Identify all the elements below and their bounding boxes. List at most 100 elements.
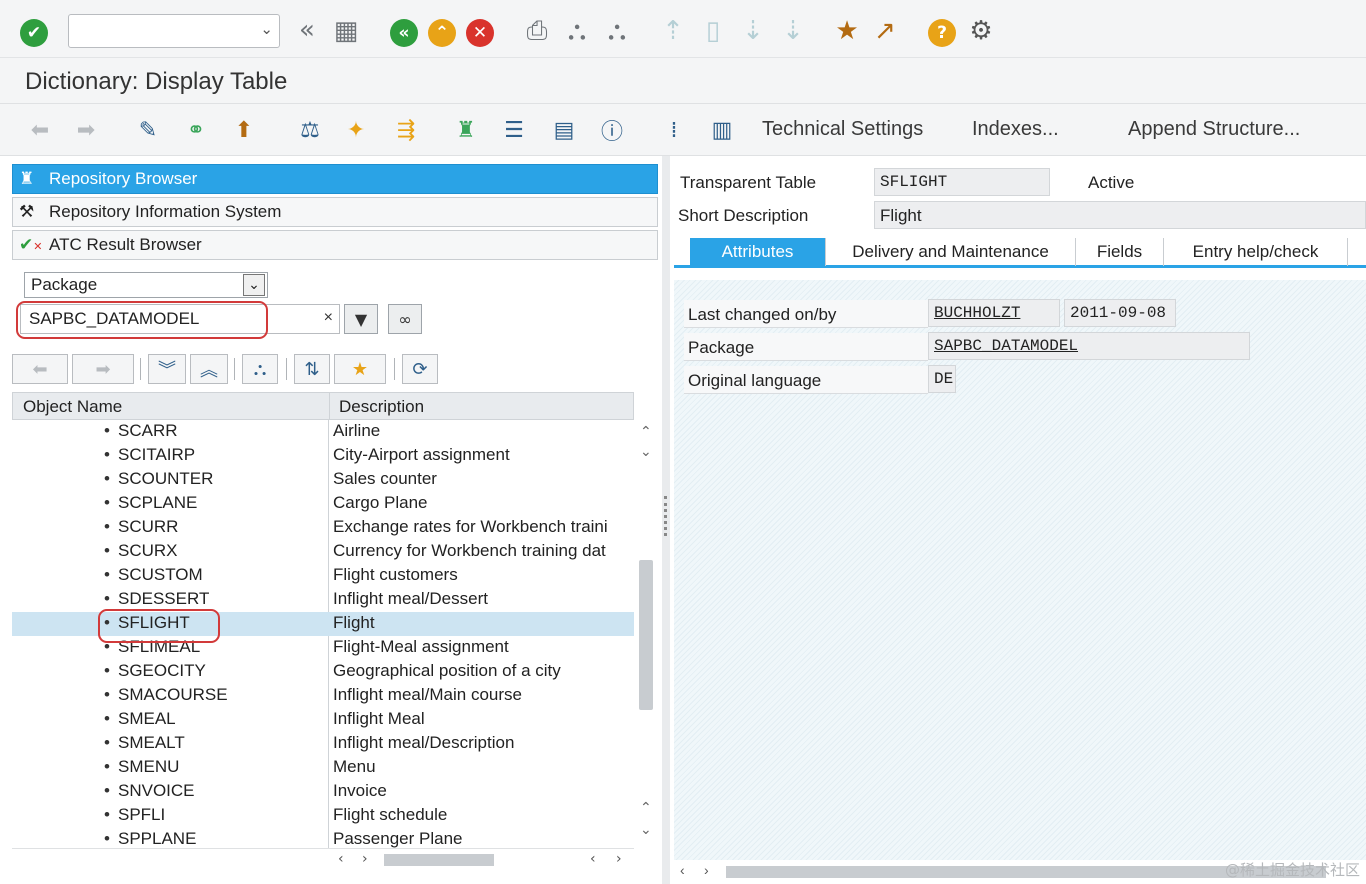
enter-check-icon[interactable]: ✔ — [20, 19, 48, 47]
command-field[interactable]: ⌄ — [68, 14, 280, 48]
first-page-icon[interactable]: ⇡ — [656, 15, 690, 47]
last-changed-on-field[interactable]: 2011-09-08 — [1064, 299, 1176, 327]
tree-row-name[interactable]: SPFLI — [118, 805, 165, 825]
table-name-field[interactable]: SFLIGHT — [874, 168, 1050, 196]
exit-icon[interactable]: ⌃ — [428, 19, 456, 47]
activate-icon[interactable]: ⚖ — [294, 114, 326, 146]
indexes-button[interactable]: Indexes... — [972, 118, 1059, 141]
tree-row-name[interactable]: SDESSERT — [118, 589, 209, 609]
back-icon[interactable]: « — [390, 19, 418, 47]
tree-row[interactable]: • SMEALT Inflight meal/Description — [12, 732, 634, 756]
next-page-icon[interactable]: ⇣ — [736, 15, 770, 47]
back-arrow-icon[interactable]: ⬅ — [24, 114, 56, 146]
scroll-up-icon[interactable]: ⌃ — [640, 424, 652, 440]
save-icon[interactable]: ▦ — [330, 15, 362, 47]
stack-icon[interactable]: ☰ — [498, 114, 530, 146]
tree-row-name[interactable]: SCOUNTER — [118, 469, 213, 489]
tree-row-name[interactable]: SPPLANE — [118, 829, 196, 848]
tree-row[interactable]: • SMEAL Inflight Meal — [12, 708, 634, 732]
repository-browser-button[interactable]: ♜ Repository Browser — [12, 164, 658, 194]
forward-arrow-icon[interactable]: ➡ — [70, 114, 102, 146]
last-changed-by-field[interactable]: BUCHHOLZT — [928, 299, 1060, 327]
command-field-dropdown-icon[interactable]: ⌄ — [260, 20, 273, 38]
scroll-left-icon[interactable]: ‹ — [338, 851, 344, 867]
tree-row-name[interactable]: SMACOURSE — [118, 685, 228, 705]
panel-splitter[interactable] — [662, 156, 670, 884]
settings-icon[interactable]: ⚙ — [964, 15, 998, 47]
display-glasses-button[interactable]: ∞ — [388, 304, 422, 334]
column-header-description[interactable]: Description — [339, 397, 424, 417]
check-icon[interactable]: ⬆ — [228, 114, 260, 146]
display-change-icon[interactable]: ✎ — [132, 114, 164, 146]
tree-row[interactable]: • SCURX Currency for Workbench training da… — [12, 540, 634, 564]
hierarchy-icon[interactable]: ♜ — [450, 114, 482, 146]
tree-row-name[interactable]: SCURX — [118, 541, 178, 561]
original-language-field[interactable]: DE — [928, 365, 956, 393]
print-icon[interactable]: ⎙ — [520, 15, 554, 47]
splitter-handle[interactable] — [664, 496, 668, 536]
help-icon[interactable]: ? — [928, 19, 956, 47]
technical-settings-button[interactable]: Technical Settings — [762, 118, 923, 141]
tree-row-name[interactable]: SMENU — [118, 757, 179, 777]
find-next-icon[interactable]: ⛬ — [600, 15, 634, 47]
tree-row[interactable]: • SMENU Menu — [12, 756, 634, 780]
scroll-down-icon[interactable]: ⌄ — [640, 822, 652, 838]
tree-row[interactable]: • SCARR Airline — [12, 420, 634, 444]
chevron-down-icon[interactable]: ⌄ — [243, 274, 265, 296]
tree-row-name[interactable]: SCITAIRP — [118, 445, 195, 465]
scroll-down-icon[interactable]: ⌄ — [640, 444, 652, 460]
tree-row[interactable]: • SCPLANE Cargo Plane — [12, 492, 634, 516]
tree-row[interactable]: • SPFLI Flight schedule — [12, 804, 634, 828]
tree-row[interactable]: • SCUSTOM Flight customers — [12, 564, 634, 588]
tree-row[interactable]: • SCOUNTER Sales counter — [12, 468, 634, 492]
scroll-left-icon[interactable]: ‹ — [590, 851, 596, 867]
previous-page-icon[interactable]: ▯ — [696, 15, 730, 47]
tree-row[interactable]: • SGEOCITY Geographical position of a city — [12, 660, 634, 684]
tab-delivery-maintenance[interactable]: Delivery and Maintenance — [826, 238, 1076, 266]
tree-row-name[interactable]: SNVOICE — [118, 781, 195, 801]
info-icon[interactable]: ⓘ — [596, 114, 628, 146]
binoculars-icon[interactable]: ⛬ — [242, 354, 278, 384]
scroll-up-icon[interactable]: ⌃ — [640, 800, 652, 816]
atc-result-browser-button[interactable]: ✔✕ ATC Result Browser — [12, 230, 658, 260]
find-icon[interactable]: ⛬ — [560, 15, 594, 47]
refresh-icon[interactable]: ⟳ — [402, 354, 438, 384]
tree-back-icon[interactable]: ⬅ — [12, 354, 68, 384]
contents-icon[interactable]: ⁞ — [658, 114, 690, 146]
expand-all-icon[interactable]: ︾ — [148, 354, 186, 384]
collapse-left-icon[interactable]: « — [292, 14, 322, 46]
tree-row-name[interactable]: SMEALT — [118, 733, 185, 753]
cancel-icon[interactable]: ✕ — [466, 19, 494, 47]
tab-entry-help-check[interactable]: Entry help/check — [1164, 238, 1348, 266]
tree-forward-icon[interactable]: ➡ — [72, 354, 134, 384]
tree-row-name[interactable]: SCARR — [118, 421, 178, 441]
append-structure-button[interactable]: Append Structure... — [1128, 118, 1300, 141]
tree-row[interactable]: • SNVOICE Invoice — [12, 780, 634, 804]
tab-fields[interactable]: Fields — [1076, 238, 1164, 266]
tree-row[interactable]: • SPPLANE Passenger Plane — [12, 828, 634, 848]
input-history-dropdown-button[interactable]: ▼ — [344, 304, 378, 334]
scroll-thumb[interactable] — [639, 560, 653, 710]
table-contents-icon[interactable]: ▥ — [706, 114, 738, 146]
column-header-object-name[interactable]: Object Name — [23, 397, 122, 417]
scroll-right-icon[interactable]: › — [704, 862, 709, 878]
scroll-left-icon[interactable]: ‹ — [680, 862, 685, 878]
name-column-horizontal-scrollbar[interactable] — [12, 848, 328, 870]
tree-row-name[interactable]: SCURR — [118, 517, 178, 537]
tree-row-name[interactable]: SGEOCITY — [118, 661, 206, 681]
repository-info-system-button[interactable]: ⚒ Repository Information System — [12, 197, 658, 227]
sort-icon[interactable]: ⇅ — [294, 354, 330, 384]
shortcut-icon[interactable]: ↗ — [868, 15, 902, 47]
scroll-right-icon[interactable]: › — [616, 851, 622, 867]
scroll-right-icon[interactable]: › — [362, 851, 368, 867]
tree-vertical-scrollbar[interactable]: ⌃ ⌄ ⌃ ⌄ — [636, 420, 658, 848]
tree-row-name[interactable]: SMEAL — [118, 709, 176, 729]
scroll-thumb[interactable] — [384, 854, 494, 866]
tree-row[interactable]: • SCURR Exchange rates for Workbench train… — [12, 516, 634, 540]
layout-icon[interactable]: ▤ — [548, 114, 580, 146]
description-horizontal-scrollbar[interactable]: ‹ › ‹ › — [328, 848, 634, 870]
create-session-icon[interactable]: ★ — [830, 15, 864, 47]
tree-row-name[interactable]: SCUSTOM — [118, 565, 203, 585]
tree-row-name[interactable]: SCPLANE — [118, 493, 197, 513]
last-page-icon[interactable]: ⇣ — [776, 15, 810, 47]
